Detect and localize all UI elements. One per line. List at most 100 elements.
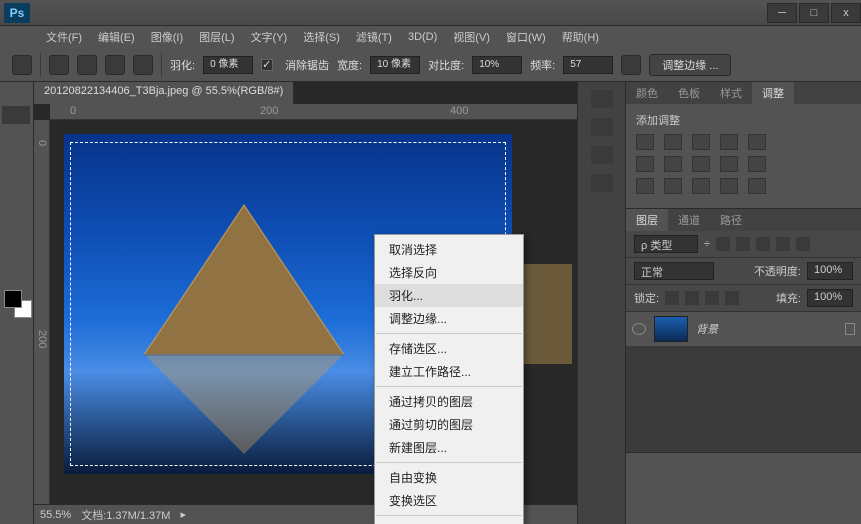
menu-select[interactable]: 选择(S) (297, 27, 346, 47)
pen-tool[interactable] (2, 226, 16, 244)
antialias-checkbox[interactable] (261, 59, 273, 71)
blur-tool[interactable] (2, 206, 16, 224)
marquee-tool[interactable] (18, 86, 32, 104)
tab-styles[interactable]: 样式 (710, 82, 752, 104)
fill-input[interactable]: 100% (807, 289, 853, 307)
adj-photofilter-icon[interactable] (692, 156, 710, 172)
stamp-tool[interactable] (2, 166, 16, 184)
history-brush-tool[interactable] (18, 166, 32, 184)
eraser-tool[interactable] (2, 186, 16, 204)
opacity-input[interactable]: 100% (807, 262, 853, 280)
selection-new-icon[interactable] (49, 55, 69, 75)
adj-levels-icon[interactable] (664, 134, 682, 150)
filter-shape-icon[interactable] (776, 237, 790, 251)
filter-smart-icon[interactable] (796, 237, 810, 251)
eyedropper-tool[interactable] (18, 126, 32, 144)
ctx-feather[interactable]: 羽化... (375, 284, 523, 307)
minimize-button[interactable]: ─ (767, 3, 797, 23)
type-tool[interactable] (18, 226, 32, 244)
zoom-tool[interactable] (18, 266, 32, 284)
shape-tool[interactable] (18, 246, 32, 264)
lock-trans-icon[interactable] (665, 291, 679, 305)
layer-row[interactable]: 背景 (626, 312, 861, 346)
ctx-layer-via-copy[interactable]: 通过拷贝的图层 (375, 390, 523, 413)
tab-adjustments[interactable]: 调整 (752, 82, 794, 104)
crop-tool[interactable] (2, 126, 16, 144)
paragraph-icon[interactable] (591, 174, 613, 192)
adj-vibrance-icon[interactable] (748, 134, 766, 150)
lock-pixel-icon[interactable] (685, 291, 699, 305)
ctx-fill[interactable]: 填充... (375, 519, 523, 524)
selection-add-icon[interactable] (77, 55, 97, 75)
filter-adj-icon[interactable] (736, 237, 750, 251)
ctx-make-workpath[interactable]: 建立工作路径... (375, 360, 523, 383)
adj-colorlookup-icon[interactable] (748, 156, 766, 172)
document-tab[interactable]: 20120822134406_T3Bja.jpeg @ 55.5%(RGB/8#… (34, 82, 294, 104)
filter-type-icon[interactable] (756, 237, 770, 251)
filter-pixel-icon[interactable] (716, 237, 730, 251)
tab-paths[interactable]: 路径 (710, 209, 752, 231)
ctx-inverse[interactable]: 选择反向 (375, 261, 523, 284)
tool-preset-icon[interactable] (12, 55, 32, 75)
menu-view[interactable]: 视图(V) (447, 27, 496, 47)
menu-window[interactable]: 窗口(W) (500, 27, 552, 47)
adj-selectivecolor-icon[interactable] (748, 178, 766, 194)
selection-int-icon[interactable] (133, 55, 153, 75)
adj-curves-icon[interactable] (692, 134, 710, 150)
adj-gradientmap-icon[interactable] (720, 178, 738, 194)
ctx-deselect[interactable]: 取消选择 (375, 238, 523, 261)
tab-channels[interactable]: 通道 (668, 209, 710, 231)
adj-bw-icon[interactable] (664, 156, 682, 172)
character-icon[interactable] (591, 146, 613, 164)
blend-mode-select[interactable]: 正常 (634, 262, 714, 280)
gradient-tool[interactable] (18, 186, 32, 204)
menu-file[interactable]: 文件(F) (40, 27, 88, 47)
maximize-button[interactable]: □ (799, 3, 829, 23)
tab-swatches[interactable]: 色板 (668, 82, 710, 104)
tab-layers[interactable]: 图层 (626, 209, 668, 231)
layer-name[interactable]: 背景 (696, 321, 718, 337)
close-button[interactable]: x (831, 3, 861, 23)
tab-color[interactable]: 颜色 (626, 82, 668, 104)
lock-all-icon[interactable] (725, 291, 739, 305)
color-swatch[interactable] (4, 290, 32, 318)
refine-edge-button[interactable]: 调整边缘 ... (649, 54, 731, 76)
zoom-level[interactable]: 55.5% (40, 509, 71, 521)
ctx-free-transform[interactable]: 自由变换 (375, 466, 523, 489)
history-icon[interactable] (591, 90, 613, 108)
lasso-tool[interactable] (2, 106, 30, 124)
ctx-transform-selection[interactable]: 变换选区 (375, 489, 523, 512)
ctx-save-selection[interactable]: 存储选区... (375, 337, 523, 360)
menu-image[interactable]: 图像(I) (145, 27, 189, 47)
path-select-tool[interactable] (2, 246, 16, 264)
hand-tool[interactable] (2, 266, 16, 284)
layer-thumbnail[interactable] (654, 316, 688, 342)
ctx-new-layer[interactable]: 新建图层... (375, 436, 523, 459)
visibility-icon[interactable] (632, 323, 646, 335)
move-tool[interactable] (2, 86, 16, 104)
feather-input[interactable]: 0 像素 (203, 56, 253, 74)
adj-posterize-icon[interactable] (664, 178, 682, 194)
ctx-refine[interactable]: 调整边缘... (375, 307, 523, 330)
adj-threshold-icon[interactable] (692, 178, 710, 194)
adj-exposure-icon[interactable] (720, 134, 738, 150)
layer-kind-select[interactable]: ρ 类型 (634, 235, 698, 253)
contrast-input[interactable]: 10% (472, 56, 522, 74)
pen-pressure-icon[interactable] (621, 55, 641, 75)
adj-hue-icon[interactable] (636, 156, 654, 172)
heal-tool[interactable] (2, 146, 16, 164)
menu-help[interactable]: 帮助(H) (556, 27, 605, 47)
foreground-color[interactable] (4, 290, 22, 308)
adj-invert-icon[interactable] (636, 178, 654, 194)
adj-brightness-icon[interactable] (636, 134, 654, 150)
menu-filter[interactable]: 滤镜(T) (350, 27, 398, 47)
menu-type[interactable]: 文字(Y) (245, 27, 294, 47)
dodge-tool[interactable] (18, 206, 32, 224)
width-input[interactable]: 10 像素 (370, 56, 420, 74)
brush-tool[interactable] (18, 146, 32, 164)
adj-channelmixer-icon[interactable] (720, 156, 738, 172)
menu-layer[interactable]: 图层(L) (193, 27, 240, 47)
selection-sub-icon[interactable] (105, 55, 125, 75)
properties-icon[interactable] (591, 118, 613, 136)
menu-edit[interactable]: 编辑(E) (92, 27, 141, 47)
